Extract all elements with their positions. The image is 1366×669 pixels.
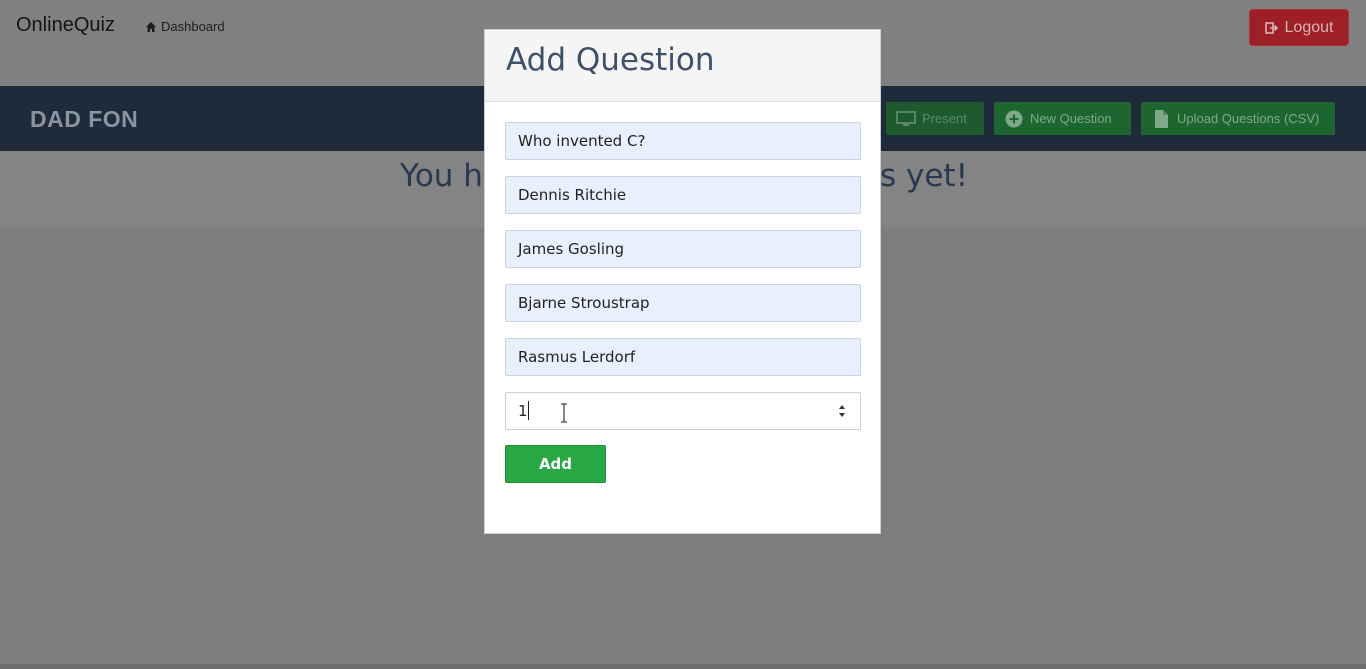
quiz-title: DAD FON xyxy=(30,106,139,132)
answer-number-value: 1 xyxy=(518,402,528,420)
question-input[interactable]: Who invented C? xyxy=(505,122,861,160)
modal-title: Add Question xyxy=(506,42,715,78)
correct-answer-number-input[interactable]: 1 xyxy=(505,392,861,430)
empty-message-left: You h xyxy=(400,158,483,194)
file-icon xyxy=(1155,109,1168,128)
logout-label: Logout xyxy=(1284,18,1334,36)
add-question-modal: Add Question Who invented C? Dennis Ritc… xyxy=(484,29,881,534)
text-caret xyxy=(528,401,529,420)
add-button[interactable]: Add xyxy=(505,445,606,483)
option-2-input[interactable]: James Gosling xyxy=(505,230,861,268)
logout-button[interactable]: Logout xyxy=(1249,9,1349,46)
bottom-strip xyxy=(0,664,1366,669)
new-question-label: New Question xyxy=(1030,111,1112,126)
empty-message-right: s yet! xyxy=(880,158,969,194)
option-1-input[interactable]: Dennis Ritchie xyxy=(505,176,861,214)
upload-questions-label: Upload Questions (CSV) xyxy=(1177,111,1320,126)
present-label: Present xyxy=(922,111,967,126)
sign-out-icon xyxy=(1264,21,1278,34)
option-4-input[interactable]: Rasmus Lerdorf xyxy=(505,338,861,376)
present-button[interactable]: Present xyxy=(886,102,984,135)
plus-circle-icon xyxy=(1005,110,1023,127)
option-3-input[interactable]: Bjarne Stroustrap xyxy=(505,284,861,322)
brand-logo[interactable]: OnlineQuiz xyxy=(16,14,115,37)
ibeam-cursor-icon xyxy=(561,403,567,423)
number-spinner-icon[interactable] xyxy=(836,401,848,421)
upload-questions-button[interactable]: Upload Questions (CSV) xyxy=(1141,102,1335,135)
modal-header: Add Question xyxy=(485,30,880,102)
monitor-icon xyxy=(896,110,916,126)
home-icon xyxy=(146,21,156,32)
new-question-button[interactable]: New Question xyxy=(994,102,1131,135)
nav-dashboard-label: Dashboard xyxy=(161,19,225,34)
nav-dashboard-link[interactable]: Dashboard xyxy=(145,19,225,34)
